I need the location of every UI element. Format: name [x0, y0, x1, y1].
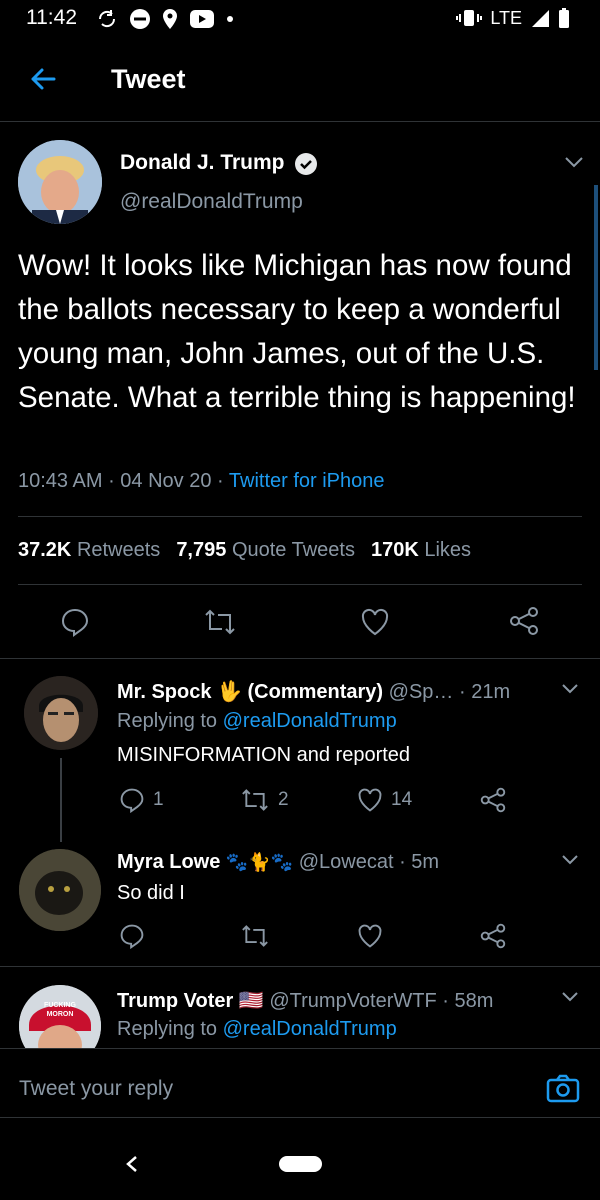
system-nav-bar: [0, 1118, 600, 1200]
status-time: 11:42: [26, 6, 77, 29]
nav-home-pill[interactable]: [279, 1156, 322, 1172]
location-icon: [163, 9, 177, 29]
like-count: 14: [391, 789, 413, 810]
status-bar: 11:42 LTE: [0, 0, 600, 40]
back-arrow-icon[interactable]: [28, 64, 58, 94]
divider: [0, 966, 600, 967]
author-avatar[interactable]: [18, 140, 102, 224]
battery-icon: [559, 8, 569, 28]
reply-avatar[interactable]: [24, 676, 98, 750]
share-icon[interactable]: [509, 606, 539, 636]
reply-count: 1: [153, 789, 164, 810]
retweets-stat[interactable]: 37.2K Retweets: [18, 539, 160, 562]
reply-time: · 58m: [442, 990, 494, 1012]
share-icon[interactable]: [480, 787, 506, 813]
divider: [18, 516, 582, 517]
page-title: Tweet: [111, 64, 186, 94]
hat-text-line2: MORON: [47, 1011, 74, 1018]
like-action[interactable]: 14: [357, 787, 412, 813]
like-heart-icon[interactable]: [357, 923, 383, 949]
chevron-down-icon[interactable]: [560, 853, 580, 867]
tweet-stats: 37.2K Retweets 7,795 Quote Tweets 170K L…: [18, 539, 471, 562]
paw-cat-paw-emoji: 🐾🐈🐾: [225, 852, 294, 872]
reply-text: So did I: [117, 882, 185, 904]
reply-avatar-image: [19, 849, 101, 931]
reply-composer[interactable]: Tweet your reply: [0, 1048, 600, 1118]
us-flag-emoji: 🇺🇸: [238, 990, 264, 1012]
divider: [18, 584, 582, 585]
reply-author-name[interactable]: Mr. Spock: [117, 681, 211, 703]
vulcan-salute-emoji: 🖖: [217, 681, 242, 703]
reply-action[interactable]: 1: [119, 787, 164, 813]
replying-to-label: Replying to: [117, 710, 218, 732]
reply-author-name[interactable]: Myra Lowe: [117, 851, 220, 873]
youtube-icon: [190, 10, 214, 28]
reply-avatar-image: [24, 676, 98, 750]
author-name[interactable]: Donald J. Trump: [120, 151, 285, 175]
dot-icon: [227, 16, 233, 22]
like-heart-icon[interactable]: [357, 787, 383, 813]
sync-icon: [98, 10, 116, 28]
chevron-down-icon[interactable]: [562, 154, 586, 170]
replying-to-link[interactable]: @realDonaldTrump: [223, 1018, 397, 1040]
share-icon[interactable]: [480, 923, 506, 949]
reply-icon[interactable]: [119, 923, 145, 949]
tweet-source-link[interactable]: Twitter for iPhone: [229, 470, 385, 492]
chevron-down-icon[interactable]: [560, 682, 580, 696]
tweet-text: Wow! It looks like Michigan has now foun…: [18, 249, 576, 414]
reply-author-handle[interactable]: @Sp…: [389, 681, 454, 703]
nav-back-icon[interactable]: [124, 1154, 140, 1174]
author-handle[interactable]: @realDonaldTrump: [120, 190, 303, 214]
reply-time: · 21m: [458, 681, 511, 703]
retweet-icon[interactable]: [203, 607, 237, 637]
reply-author-name-suffix: (Commentary): [247, 681, 384, 703]
reply-icon[interactable]: [60, 607, 90, 637]
do-not-disturb-icon: [130, 9, 150, 29]
scrollbar[interactable]: [594, 185, 598, 370]
tweet-meta: 10:43 AM · 04 Nov 20 · Twitter for iPhon…: [18, 470, 385, 492]
divider: [0, 658, 600, 659]
retweet-count: 2: [278, 789, 289, 810]
tweet-date: 04 Nov 20: [120, 470, 212, 492]
chevron-down-icon[interactable]: [560, 990, 580, 1004]
replying-to-link[interactable]: @realDonaldTrump: [223, 710, 397, 732]
camera-icon[interactable]: [546, 1073, 580, 1103]
reply-author-name[interactable]: Trump Voter: [117, 990, 233, 1012]
reply-text: MISINFORMATION and reported: [117, 744, 411, 766]
signal-icon: [532, 10, 549, 27]
author-avatar-image: [18, 140, 102, 224]
likes-stat[interactable]: 170K Likes: [371, 539, 471, 562]
reply-time: · 5m: [399, 851, 440, 873]
like-heart-icon[interactable]: [360, 607, 390, 637]
tweet-header: Tweet: [0, 50, 600, 122]
quotes-stat[interactable]: 7,795 Quote Tweets: [176, 539, 355, 562]
retweet-icon[interactable]: [240, 787, 270, 813]
retweet-action[interactable]: 2: [240, 787, 289, 813]
verified-badge-icon: [295, 153, 317, 175]
reply-author-handle[interactable]: @TrumpVoterWTF: [269, 990, 436, 1012]
replying-to-label: Replying to: [117, 1018, 218, 1040]
retweet-icon[interactable]: [240, 923, 270, 949]
reply-icon[interactable]: [119, 787, 145, 813]
reply-avatar[interactable]: [19, 849, 101, 931]
thread-line: [60, 758, 62, 842]
reply-input-placeholder[interactable]: Tweet your reply: [19, 1077, 173, 1101]
hat-text-line1: FUCKING: [44, 1002, 76, 1009]
network-type: LTE: [490, 7, 522, 28]
vibrate-icon: [456, 10, 483, 26]
reply-author-handle[interactable]: @Lowecat: [299, 851, 394, 873]
tweet-time: 10:43 AM: [18, 470, 103, 492]
